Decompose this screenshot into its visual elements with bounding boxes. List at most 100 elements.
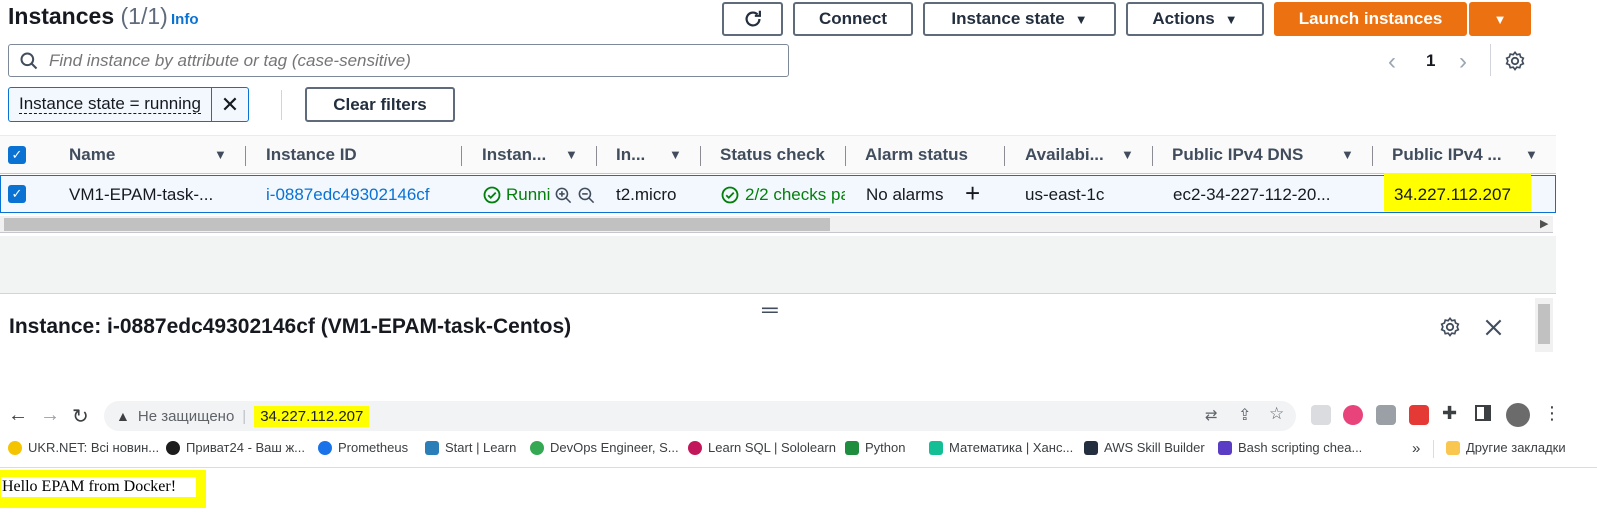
side-panel-icon[interactable]: [1475, 405, 1491, 421]
sort-caret-icon[interactable]: ▼: [1525, 147, 1538, 162]
title-text: Instances: [8, 3, 115, 29]
clear-filters-label: Clear filters: [333, 94, 427, 114]
avatar[interactable]: [1506, 403, 1530, 427]
column-divider[interactable]: [1004, 146, 1005, 166]
bookmark-item[interactable]: Prometheus: [318, 440, 408, 455]
actions-button[interactable]: Actions ▼: [1126, 2, 1264, 36]
select-all-checkbox[interactable]: ✓: [8, 146, 26, 164]
divider: [1490, 44, 1491, 76]
scrollbar-thumb[interactable]: [4, 218, 830, 231]
search-input[interactable]: [49, 50, 769, 71]
table-row[interactable]: ✓ VM1-EPAM-task-... i-0887edc49302146cf …: [0, 173, 1556, 213]
remove-filter-icon[interactable]: ✕: [212, 88, 248, 121]
launch-instances-button[interactable]: Launch instances: [1274, 2, 1467, 36]
column-header-availability-zone[interactable]: Availabi...: [1025, 145, 1104, 165]
horizontal-scrollbar[interactable]: ▶: [0, 216, 1553, 233]
bookmark-item[interactable]: Математика | Ханс...: [929, 440, 1073, 455]
column-header-alarm-status[interactable]: Alarm status: [865, 145, 968, 165]
cell-name: VM1-EPAM-task-...: [69, 185, 214, 204]
warning-icon[interactable]: ▲: [116, 408, 130, 424]
sort-caret-icon[interactable]: ▼: [214, 147, 227, 162]
cell-instance-id-link[interactable]: i-0887edc49302146cf: [266, 185, 430, 205]
address-bar[interactable]: ▲ Не защищено | 34.227.112.207: [104, 401, 1296, 431]
bookmark-item[interactable]: AWS Skill Builder: [1084, 440, 1205, 455]
search-box[interactable]: [8, 44, 789, 77]
bookmark-label: DevOps Engineer, S...: [550, 440, 679, 455]
other-bookmarks-label: Другие закладки: [1466, 440, 1566, 455]
translate-icon[interactable]: ⇄: [1205, 406, 1218, 424]
column-divider[interactable]: [596, 146, 597, 166]
column-header-instance-type[interactable]: In...: [616, 145, 645, 165]
extension-icon[interactable]: [1376, 405, 1396, 425]
more-bookmarks-button[interactable]: »: [1412, 440, 1420, 457]
divider: |: [242, 407, 247, 425]
bookmark-item[interactable]: Python: [845, 440, 905, 455]
settings-gear-icon[interactable]: [1439, 316, 1461, 338]
column-divider[interactable]: [845, 146, 846, 166]
caret-down-icon: ▼: [1493, 11, 1507, 27]
bookmark-item[interactable]: Start | Learn: [425, 440, 516, 455]
forward-icon[interactable]: →: [40, 404, 60, 427]
check-circle-icon: [721, 186, 739, 204]
column-divider[interactable]: [1152, 146, 1153, 166]
extension-icon[interactable]: [1409, 405, 1429, 425]
column-header-name[interactable]: Name: [69, 145, 115, 165]
bookmark-item[interactable]: DevOps Engineer, S...: [530, 440, 679, 455]
bookmark-item[interactable]: Learn SQL | Sololearn: [688, 440, 836, 455]
column-divider[interactable]: [461, 146, 462, 166]
instance-state-button[interactable]: Instance state ▼: [923, 2, 1116, 36]
back-icon[interactable]: ←: [8, 404, 28, 427]
clear-filters-button[interactable]: Clear filters: [305, 87, 455, 122]
sort-caret-icon[interactable]: ▼: [669, 147, 682, 162]
cell-availability-zone: us-east-1c: [1025, 185, 1105, 204]
bookmark-item[interactable]: UKR.NET: Всі новин...: [8, 440, 159, 455]
info-link[interactable]: Info: [171, 11, 199, 28]
add-alarm-icon[interactable]: +: [965, 178, 980, 209]
cell-public-ipv4: 34.227.112.207: [1394, 185, 1511, 204]
menu-kebab-icon[interactable]: ⋮: [1543, 403, 1561, 424]
column-header-public-dns[interactable]: Public IPv4 DNS: [1172, 145, 1303, 165]
table-header: ✓ Name ▼ Instance ID Instan... ▼ In... ▼…: [0, 136, 1556, 174]
refresh-button[interactable]: [722, 2, 783, 36]
launch-dropdown-button[interactable]: ▼: [1469, 2, 1531, 36]
sort-caret-icon[interactable]: ▼: [1341, 147, 1354, 162]
bookmark-star-icon[interactable]: ☆: [1269, 404, 1284, 424]
bookmark-item[interactable]: Bash scripting chea...: [1218, 440, 1362, 455]
caret-down-icon: ▼: [1224, 11, 1238, 27]
sort-caret-icon[interactable]: ▼: [1121, 147, 1134, 162]
next-page-icon[interactable]: ›: [1459, 48, 1467, 76]
column-divider[interactable]: [1372, 146, 1373, 166]
filter-token[interactable]: Instance state = running ✕: [8, 87, 249, 122]
zoom-out-icon[interactable]: [577, 186, 596, 205]
bookmark-item[interactable]: Приват24 - Ваш ж...: [166, 440, 305, 455]
zoom-in-icon[interactable]: [554, 186, 573, 205]
column-header-instance-id[interactable]: Instance ID: [266, 145, 357, 165]
settings-gear-icon[interactable]: [1504, 50, 1526, 72]
row-checkbox[interactable]: ✓: [8, 185, 26, 203]
bookmark-favicon-icon: [688, 440, 702, 455]
share-icon[interactable]: ⇪: [1238, 405, 1251, 425]
column-divider[interactable]: [245, 146, 246, 166]
column-header-public-ipv4[interactable]: Public IPv4 ...: [1392, 145, 1502, 165]
prev-page-icon[interactable]: ‹: [1388, 48, 1396, 76]
bookmark-favicon-icon: [425, 440, 439, 455]
scroll-right-arrow-icon[interactable]: ▶: [1540, 217, 1548, 230]
extension-icon[interactable]: [1311, 405, 1331, 425]
reload-icon[interactable]: ↻: [72, 404, 89, 429]
column-header-instance-state[interactable]: Instan...: [482, 145, 546, 165]
security-status[interactable]: Не защищено: [138, 408, 234, 425]
column-header-status-check[interactable]: Status check: [720, 145, 825, 165]
extension-icon[interactable]: [1343, 405, 1363, 425]
column-divider[interactable]: [700, 146, 701, 166]
resize-handle-icon[interactable]: ═: [762, 297, 778, 323]
cell-status-check: 2/2 checks pa: [720, 185, 845, 205]
vertical-scrollbar[interactable]: [1535, 298, 1553, 352]
page-number[interactable]: 1: [1426, 51, 1435, 71]
other-bookmarks-folder[interactable]: Другие закладки: [1446, 440, 1566, 455]
close-icon[interactable]: [1484, 318, 1503, 337]
scrollbar-thumb[interactable]: [1538, 304, 1550, 344]
sort-caret-icon[interactable]: ▼: [565, 147, 578, 162]
connect-button[interactable]: Connect: [793, 2, 913, 36]
extensions-puzzle-icon[interactable]: ✚: [1442, 403, 1457, 424]
url-text[interactable]: 34.227.112.207: [254, 405, 370, 427]
